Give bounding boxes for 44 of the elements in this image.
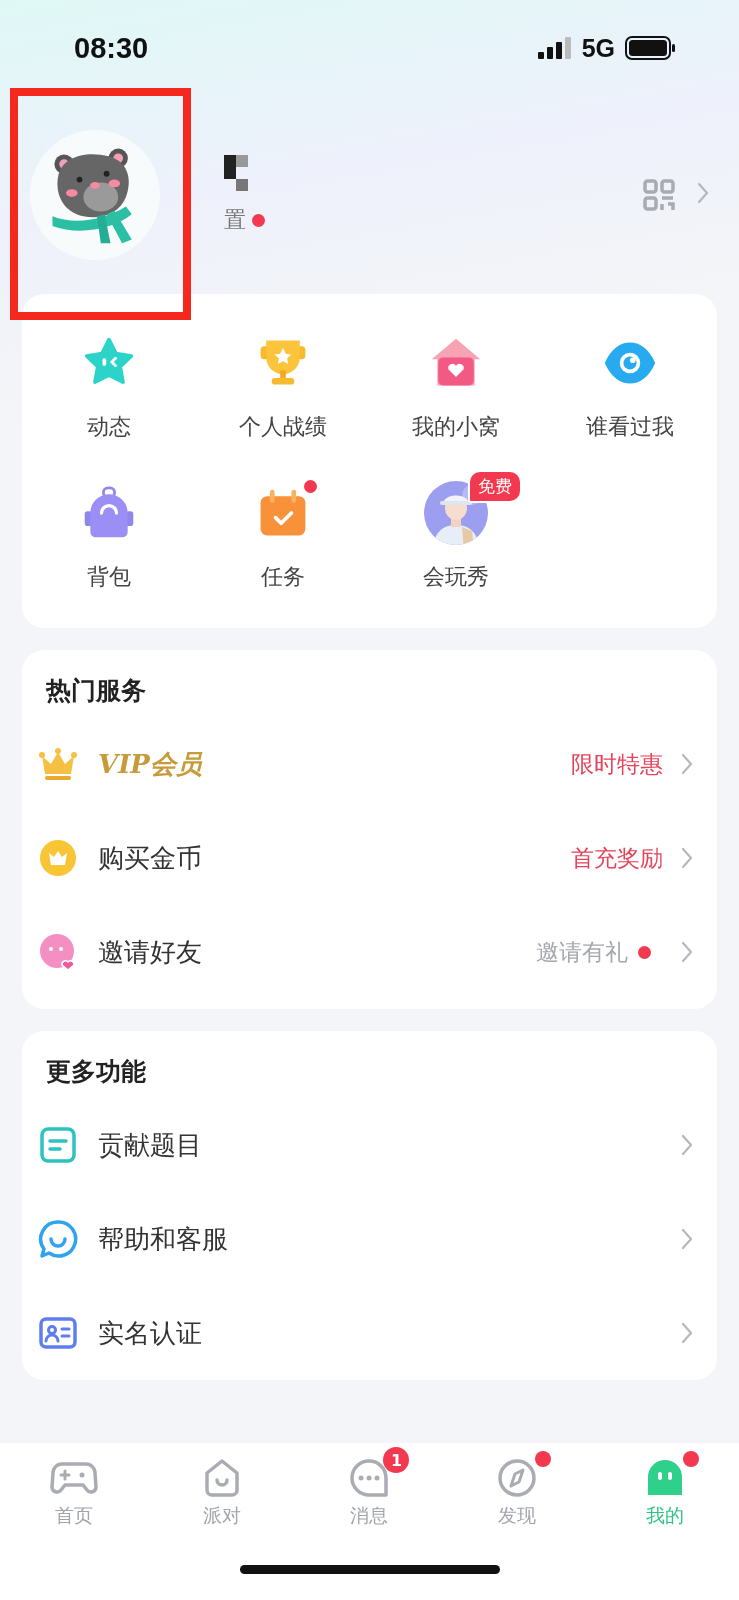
count-badge: 1 xyxy=(383,1447,410,1473)
row-hint: 邀请有礼 xyxy=(536,937,628,967)
chevron-icon xyxy=(681,1322,693,1344)
network-label: 5G xyxy=(581,33,615,63)
shortcut-item[interactable]: 谁看过我 xyxy=(543,316,717,442)
shortcut-item[interactable]: 免费 会玩秀 xyxy=(369,466,544,592)
row-label: 实名认证 xyxy=(98,1316,203,1350)
coin-icon xyxy=(38,838,78,878)
feature-row[interactable]: 帮助和客服 xyxy=(22,1192,717,1286)
message-icon xyxy=(349,1458,390,1498)
feature-row[interactable]: 实名认证 xyxy=(22,1286,717,1380)
chevron-icon xyxy=(681,941,693,963)
section-title: 热门服务 xyxy=(44,675,147,707)
shortcut-item[interactable]: 我的小窝 xyxy=(369,316,544,442)
status-time: 08:30 xyxy=(74,31,149,65)
section-title: 更多功能 xyxy=(45,1056,147,1088)
row-hint: 首充奖励 xyxy=(571,843,663,873)
row-label: 购买金币 xyxy=(98,841,203,875)
shortcut-item[interactable]: 背包 xyxy=(22,466,196,592)
service-row[interactable]: 邀请好友 邀请有礼 xyxy=(22,905,717,999)
free-badge: 免费 xyxy=(468,470,523,503)
tab-item[interactable]: 1 消息 xyxy=(295,1445,444,1529)
chat-icon xyxy=(38,1219,78,1259)
shortcut-item[interactable]: 个人战绩 xyxy=(195,316,370,442)
row-hint: 限时特惠 xyxy=(571,749,663,779)
row-label: 邀请好友 xyxy=(98,935,203,969)
row-label: 帮助和客服 xyxy=(98,1222,229,1256)
chevron-icon xyxy=(681,753,693,775)
profile-subtitle[interactable]: 置 xyxy=(224,205,246,235)
battery-icon xyxy=(625,36,677,60)
shortcut-item[interactable]: 动态 xyxy=(22,316,196,442)
signal-icon xyxy=(537,37,572,59)
row-label: 贡献题目 xyxy=(98,1128,203,1162)
document-icon xyxy=(38,1125,78,1165)
compass-icon xyxy=(497,1458,538,1498)
feature-row[interactable]: 贡献题目 xyxy=(22,1098,717,1192)
chevron-icon xyxy=(681,847,693,869)
chevron-icon xyxy=(681,1228,693,1250)
shortcut-item[interactable]: 任务 xyxy=(195,466,370,592)
chevron-icon xyxy=(681,1134,693,1156)
service-row[interactable]: VIP会员 限时特惠 xyxy=(22,717,717,811)
vip-label: VIP会员 xyxy=(98,747,204,781)
chevron-icon xyxy=(697,182,709,204)
service-row[interactable]: 购买金币 首充奖励 xyxy=(22,811,717,905)
